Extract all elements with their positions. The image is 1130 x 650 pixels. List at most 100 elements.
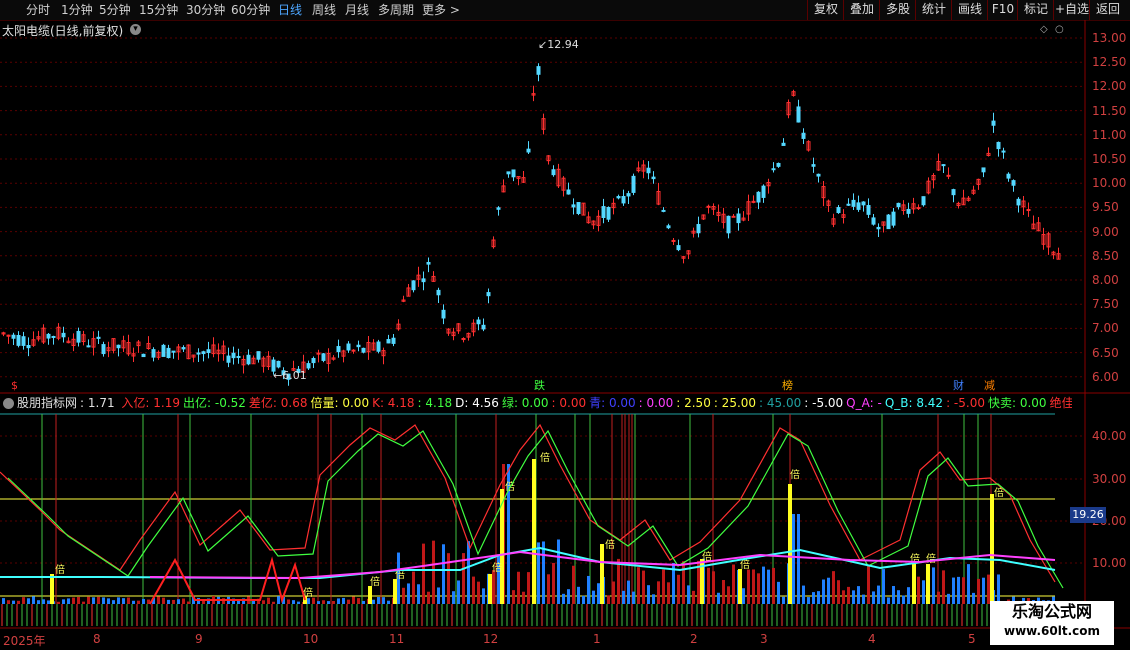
- event-marker[interactable]: $: [10, 379, 19, 392]
- volume-bar: [732, 564, 735, 604]
- volume-bar: [752, 569, 755, 604]
- volume-bar: [37, 600, 40, 604]
- event-marker[interactable]: 财: [952, 379, 965, 392]
- price-tick-label: 6.00: [1092, 369, 1119, 384]
- candle-body: [796, 106, 801, 123]
- indicator-header: 股朋指标网: 1.71 入亿: 1.19 出亿: -0.52 差亿: 0.68 倍量:…: [0, 395, 1072, 411]
- volume-bar: [352, 596, 355, 604]
- candle-body: [626, 193, 631, 197]
- candle-body: [231, 352, 236, 359]
- volume-bar: [767, 569, 770, 604]
- bei-bar: [738, 569, 742, 604]
- candle-body: [851, 199, 856, 207]
- chart-canvas: 倍倍倍倍倍倍倍倍倍倍倍倍 倍倍: [0, 20, 1130, 629]
- bei-bar: [926, 564, 930, 604]
- candle-body: [426, 261, 431, 265]
- event-marker[interactable]: 榜: [781, 379, 794, 392]
- volume-bar: [552, 562, 555, 604]
- time-axis-label: 3: [760, 632, 768, 646]
- volume-bar: [852, 590, 855, 604]
- volume-bar: [577, 586, 580, 604]
- candle-body: [21, 336, 26, 346]
- volume-bar: [722, 580, 725, 604]
- candle-body: [886, 214, 891, 230]
- volume-bar: [822, 579, 825, 604]
- volume-bar: [832, 571, 835, 604]
- volume-bar: [7, 600, 10, 604]
- candle-body: [551, 169, 556, 176]
- volume-bar: [897, 590, 900, 604]
- indicator-item: Q_B: 8.42: [884, 396, 944, 410]
- indicator-item: : -5.00: [804, 396, 844, 410]
- candle-body: [866, 205, 871, 215]
- candle-body: [981, 167, 986, 173]
- candle-body: [996, 141, 1001, 150]
- indicator-tick-label: 40.00: [1092, 429, 1127, 443]
- indicator-item: 绝佳买点: 9.24: [1049, 396, 1072, 410]
- candle-body: [506, 171, 511, 175]
- candle-body: [411, 280, 416, 291]
- volume-bar: [632, 591, 635, 604]
- candle-body: [876, 226, 881, 230]
- candle-body: [666, 225, 671, 229]
- indicator-settings-icon[interactable]: [3, 398, 14, 409]
- volume-bar: [457, 580, 460, 604]
- volume-bar: [277, 596, 280, 604]
- indicator-item: 快卖: 0.00: [987, 396, 1047, 410]
- volume-bar: [482, 588, 485, 604]
- volume-bar: [687, 585, 690, 604]
- volume-bar: [997, 574, 1000, 604]
- candle-body: [166, 347, 171, 359]
- volume-bar: [427, 591, 430, 604]
- volume-bar: [82, 601, 85, 604]
- indicator-item: 倍量: 0.00: [310, 396, 370, 410]
- candle-body: [836, 207, 841, 214]
- candle-body: [116, 344, 121, 349]
- time-axis-label: 8: [93, 632, 101, 646]
- candle-body: [906, 208, 911, 214]
- volume-bar: [412, 571, 415, 604]
- candle-body: [1006, 173, 1011, 179]
- candle-body: [51, 335, 56, 338]
- candle-body: [346, 343, 351, 351]
- candle-body: [536, 66, 541, 75]
- time-axis-label: 10: [303, 632, 319, 646]
- candle-body: [16, 335, 21, 346]
- volume-bar: [627, 580, 630, 604]
- time-axis-label: 11: [389, 632, 405, 646]
- volume-bar: [477, 581, 480, 604]
- bei-bar: [990, 494, 994, 604]
- volume-bar: [757, 573, 760, 604]
- volume-bar: [452, 591, 455, 604]
- bei-bar: [532, 459, 536, 604]
- volume-bar: [867, 566, 870, 604]
- volume-bar: [407, 583, 410, 604]
- volume-bar: [572, 565, 575, 604]
- candle-body: [571, 204, 576, 208]
- candle-body: [181, 347, 186, 350]
- candle-body: [676, 245, 681, 251]
- price-tick-label: 6.50: [1092, 345, 1119, 360]
- volume-bar: [517, 571, 520, 604]
- volume-bar: [607, 595, 610, 604]
- volume-bar: [522, 591, 525, 604]
- candle-body: [256, 351, 261, 360]
- price-tick-label: 13.00: [1092, 31, 1127, 45]
- volume-bar: [467, 541, 470, 604]
- volume-bar: [777, 581, 780, 604]
- volume-bar: [162, 597, 165, 604]
- candle-body: [1011, 180, 1016, 186]
- volume-bar: [497, 554, 500, 604]
- candle-body: [846, 203, 851, 206]
- event-marker[interactable]: 减: [983, 379, 996, 392]
- volume-bar: [442, 544, 445, 604]
- event-marker[interactable]: 跌: [533, 379, 546, 392]
- candle-body: [306, 363, 311, 369]
- indicator-tick-label: 30.00: [1092, 472, 1127, 486]
- candle-body: [651, 176, 656, 180]
- candle-body: [436, 289, 441, 296]
- volume-bar: [847, 586, 850, 604]
- candle-body: [96, 336, 101, 339]
- volume-bar: [622, 590, 625, 604]
- candle-body: [361, 347, 366, 353]
